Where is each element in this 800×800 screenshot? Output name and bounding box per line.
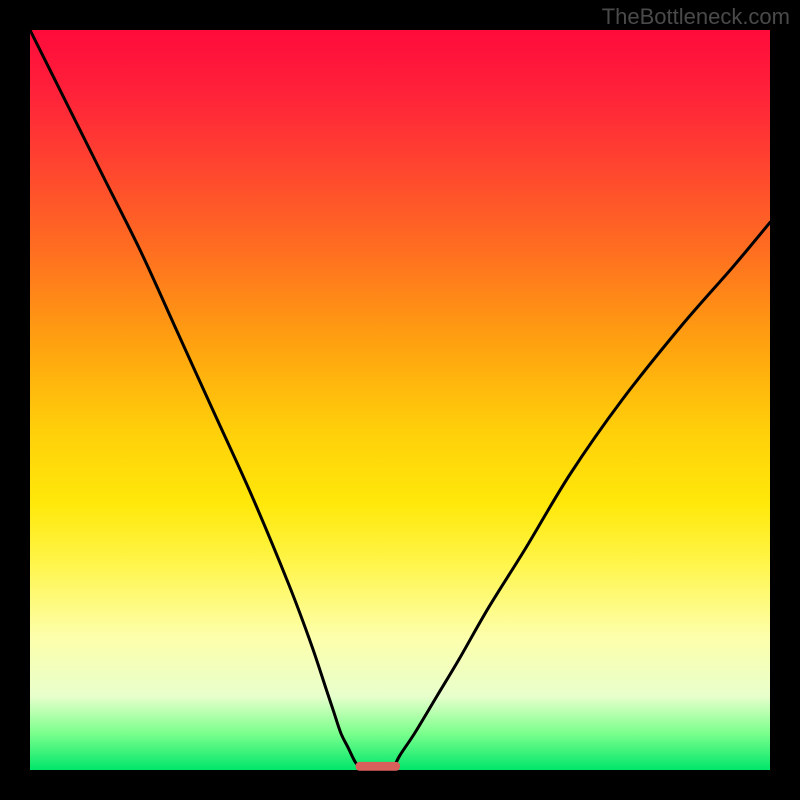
- credit-label: TheBottleneck.com: [602, 4, 790, 30]
- outer-frame: TheBottleneck.com: [0, 0, 800, 800]
- credit-text: TheBottleneck.com: [602, 4, 790, 30]
- curve-left: [30, 30, 363, 770]
- curve-right: [393, 222, 770, 770]
- bottleneck-marker: [356, 762, 400, 771]
- chart-svg: [30, 30, 770, 770]
